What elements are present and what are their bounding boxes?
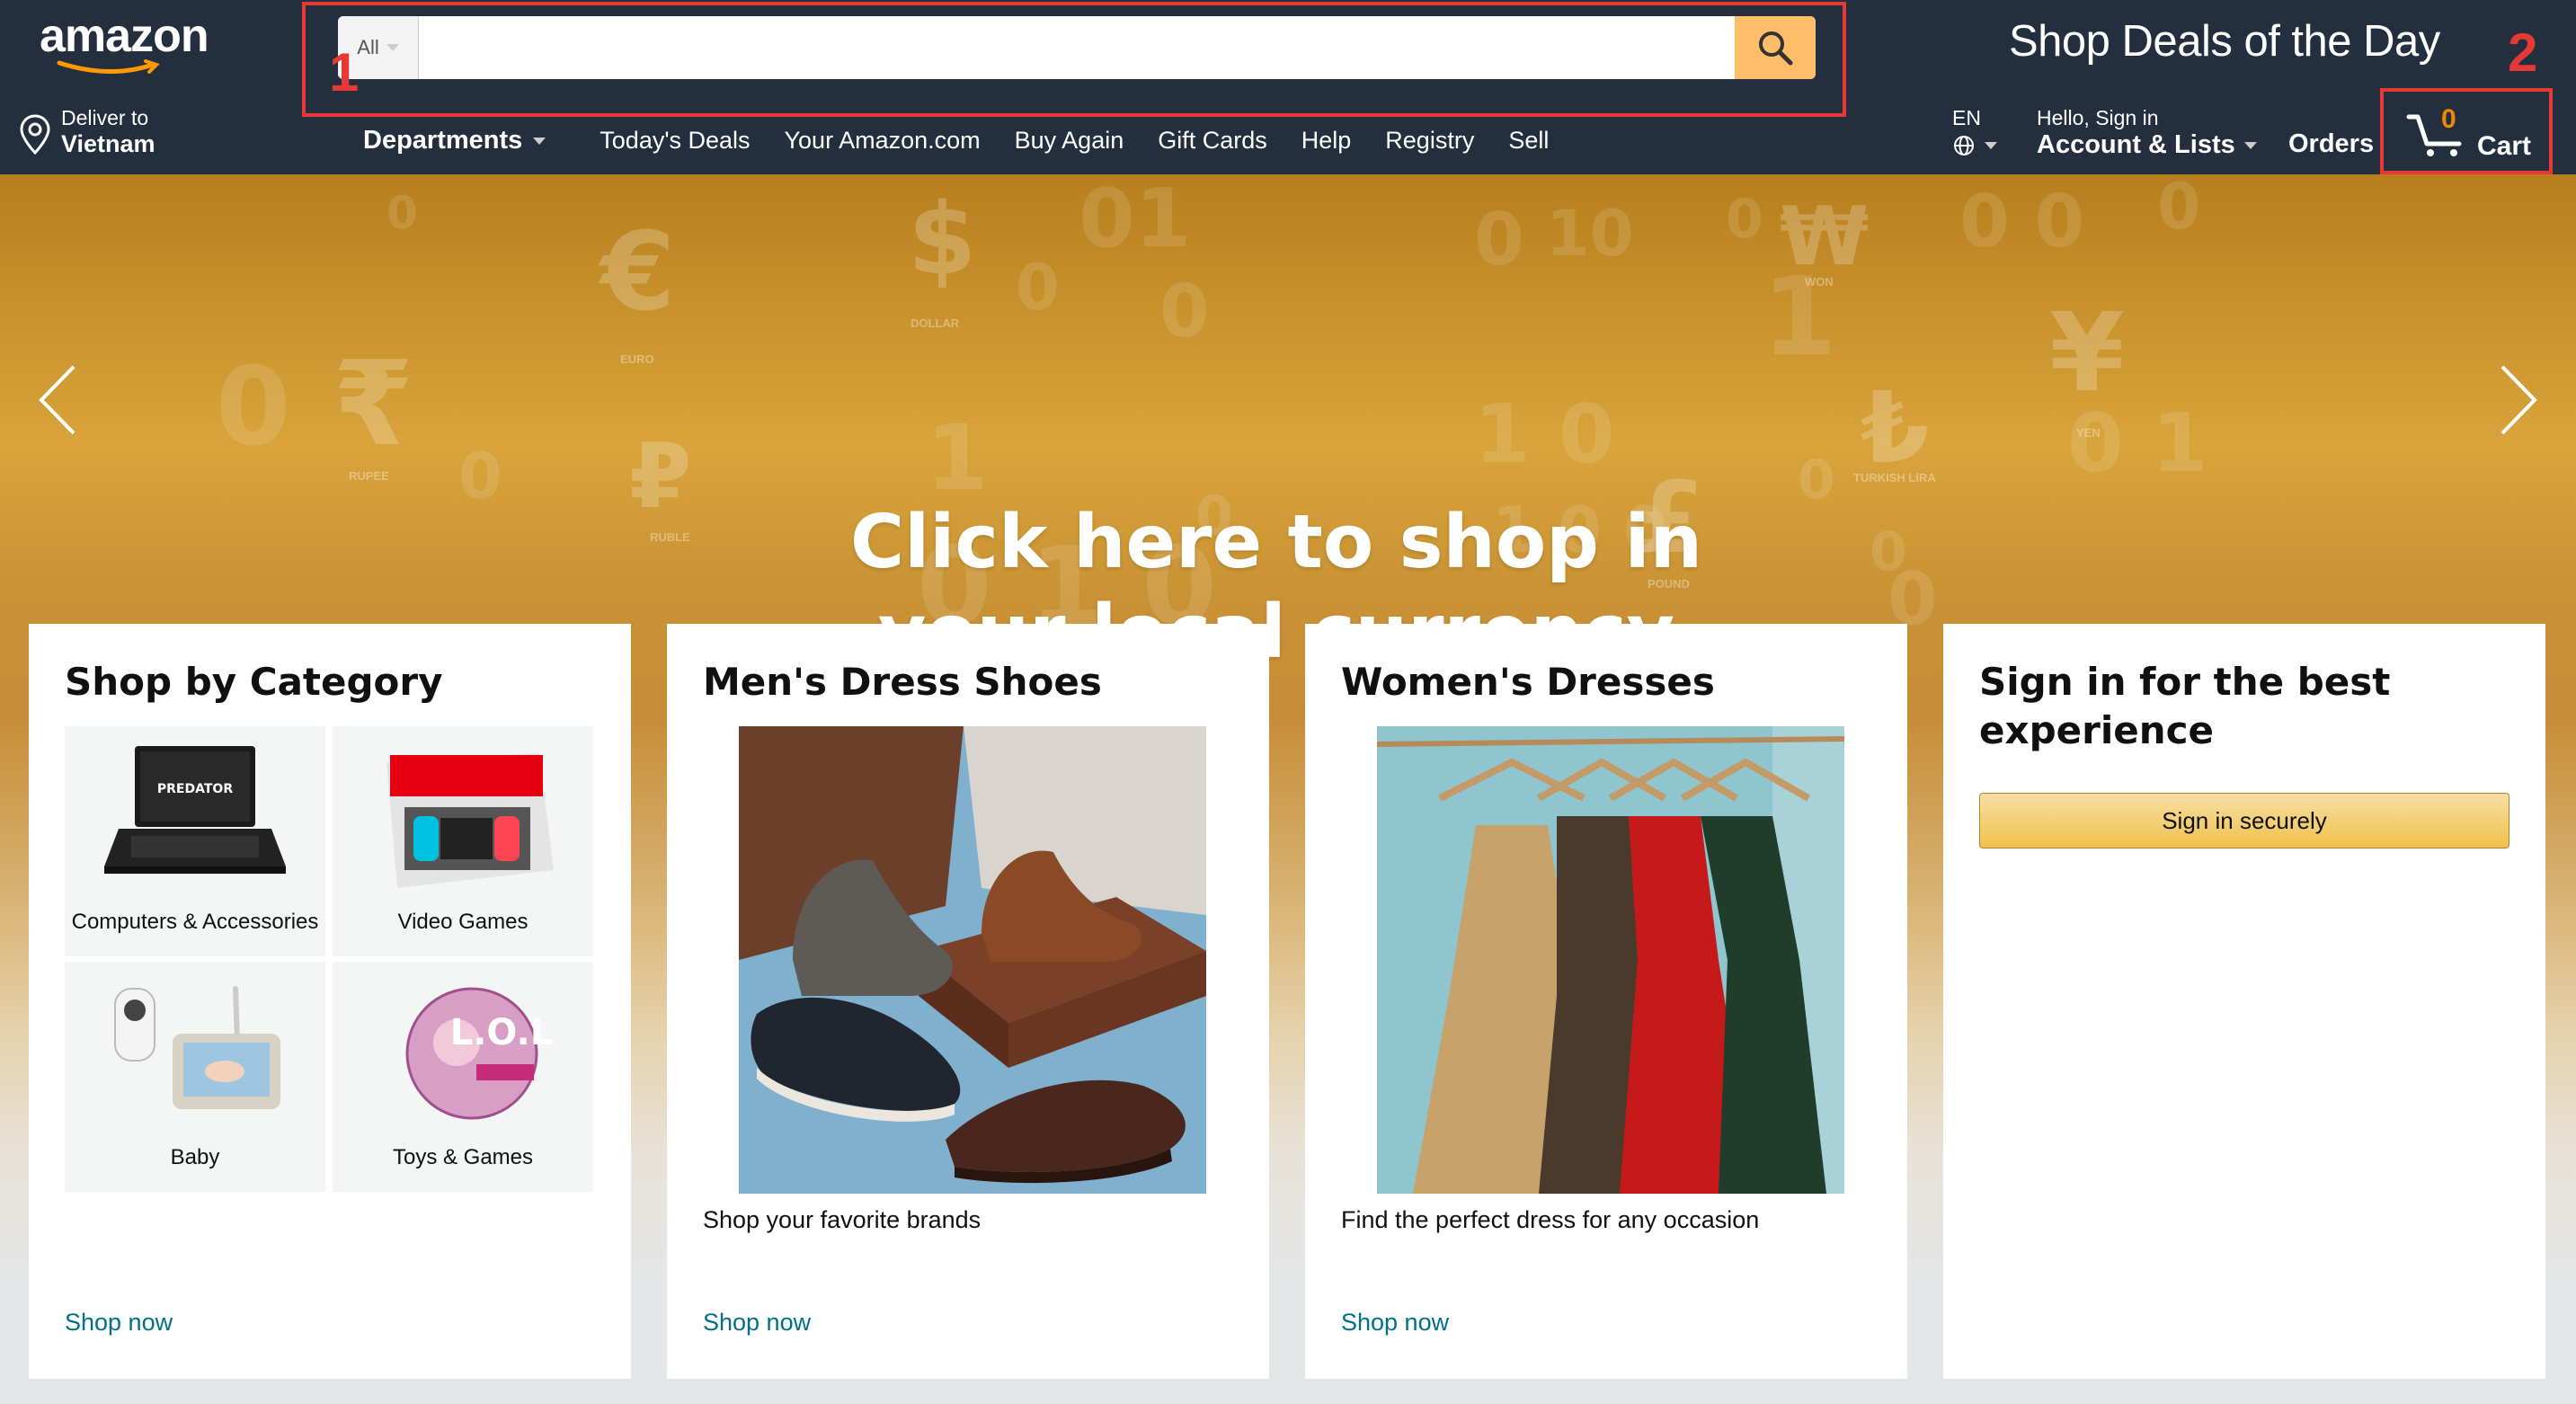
currency-label-rupee: RUPEE [349, 469, 389, 483]
currency-label-turkish-lira: TURKISH LIRA [1853, 471, 1936, 484]
svg-text:1: 1 [926, 405, 989, 511]
category-label: Baby [170, 1145, 220, 1169]
deliver-to-label: Deliver to [61, 106, 149, 129]
svg-text:₽: ₽ [629, 423, 692, 529]
card-title: Shop by Category [65, 660, 443, 704]
currency-label-ruble: RUBLE [650, 530, 690, 544]
category-label: Video Games [397, 910, 529, 934]
nav-link-sell[interactable]: Sell [1508, 127, 1549, 155]
nav-link-help[interactable]: Help [1301, 127, 1352, 155]
category-tile-toys[interactable]: L.O.L Toys & Games [333, 962, 593, 1192]
shop-now-link[interactable]: Shop now [703, 1309, 811, 1337]
svg-text:₺: ₺ [1861, 370, 1930, 485]
svg-text:0: 0 [1798, 449, 1835, 511]
dress-shoes-image[interactable] [739, 726, 1206, 1194]
nav-link-your-amazon[interactable]: Your Amazon.com [785, 127, 981, 155]
departments-label: Departments [363, 126, 523, 155]
baby-monitor-thumbnail [114, 986, 280, 1109]
carousel-next-arrow[interactable] [2490, 360, 2544, 440]
language-code: EN [1952, 106, 1981, 129]
location-pin-icon [20, 114, 50, 156]
nav-link-todays-deals[interactable]: Today's Deals [600, 127, 750, 155]
category-label: Toys & Games [392, 1145, 534, 1169]
card-mens-dress-shoes: Men's Dress Shoes Shop your favorite bra… [667, 624, 1269, 1379]
category-tile-baby[interactable]: Baby [65, 962, 325, 1192]
card-shop-by-category: Shop by Category PREDATOR Computers & Ac… [29, 624, 631, 1379]
currency-label-dollar: DOLLAR [910, 316, 960, 330]
svg-text:10: 10 [1546, 197, 1633, 271]
card-description: Shop your favorite brands [703, 1206, 982, 1233]
lol-surprise-thumbnail: L.O.L [405, 987, 554, 1120]
svg-text:0: 0 [2157, 174, 2201, 244]
nav-link-registry[interactable]: Registry [1385, 127, 1474, 155]
annotation-marker-1: 1 [329, 42, 360, 102]
departments-menu[interactable]: Departments [363, 126, 546, 156]
svg-text:₩: ₩ [1780, 190, 1869, 284]
amazon-logo[interactable]: amazon [40, 9, 209, 63]
chevron-down-icon [533, 137, 546, 145]
card-description: Find the perfect dress for any occasion [1341, 1206, 1760, 1233]
laptop-thumbnail: PREDATOR [104, 746, 286, 874]
chevron-down-icon [2243, 141, 2257, 149]
globe-icon [1954, 136, 1974, 156]
svg-text:0: 0 [458, 440, 502, 513]
currency-label-yen: YEN [2076, 426, 2101, 440]
annotation-box-cart [2380, 88, 2553, 174]
card-title: Sign in for the best experience [1979, 660, 2391, 752]
account-and-lists-menu[interactable]: Hello, Sign in Account & Lists [2037, 106, 2257, 160]
card-womens-dresses: Women's Dresses Find the perfect dress f… [1305, 624, 1907, 1379]
sign-in-securely-button[interactable]: Sign in securely [1979, 793, 2509, 849]
hero-headline-line1: Click here to shop in [849, 500, 1702, 585]
svg-text:0: 0 [1016, 251, 1060, 324]
svg-text:0: 0 [216, 345, 291, 470]
svg-text:$: $ [908, 182, 977, 297]
svg-text:0: 0 [1159, 270, 1210, 353]
deliver-to-location[interactable]: Deliver to Vietnam [18, 106, 155, 158]
account-lists-label: Account & Lists [2037, 130, 2235, 159]
currency-label-won: WON [1805, 275, 1834, 289]
svg-text:0: 0 [386, 187, 418, 239]
deals-of-the-day-banner[interactable]: Shop Deals of the Day [2009, 16, 2440, 67]
chevron-down-icon [1985, 142, 1997, 149]
svg-text:01: 01 [1079, 174, 1191, 266]
lol-logo-text: L.O.L [450, 1012, 554, 1053]
annotation-marker-2: 2 [2508, 22, 2538, 83]
carousel-prev-arrow[interactable] [32, 360, 86, 440]
switch-box-thumbnail [386, 753, 554, 888]
nav-link-buy-again[interactable]: Buy Again [1015, 127, 1124, 155]
deliver-country: Vietnam [61, 130, 155, 157]
svg-text:1 0: 1 0 [1474, 387, 1615, 482]
svg-text:0: 0 [1726, 188, 1763, 251]
account-greeting: Hello, Sign in [2037, 106, 2159, 129]
shop-now-link[interactable]: Shop now [1341, 1309, 1449, 1337]
svg-text:€: € [598, 210, 676, 335]
card-title: Women's Dresses [1341, 660, 1715, 704]
nav-link-gift-cards[interactable]: Gift Cards [1158, 127, 1267, 155]
main-nav: Departments Today's Deals Your Amazon.co… [363, 126, 1549, 156]
category-tile-video-games[interactable]: Video Games [333, 726, 593, 956]
category-grid: PREDATOR Computers & Accessories Video G… [65, 726, 595, 1192]
predator-logo-text: PREDATOR [157, 782, 233, 796]
amazon-smile-icon [57, 59, 160, 75]
language-selector[interactable]: EN [1952, 106, 1997, 157]
card-title: Men's Dress Shoes [703, 660, 1102, 704]
womens-dresses-image[interactable] [1377, 726, 1844, 1194]
card-sign-in: Sign in for the best experience Sign in … [1943, 624, 2545, 1379]
shop-now-link[interactable]: Shop now [65, 1309, 173, 1337]
currency-label-euro: EURO [620, 352, 654, 366]
category-label: Computers & Accessories [71, 910, 319, 934]
category-tile-computers[interactable]: PREDATOR Computers & Accessories [65, 726, 325, 956]
annotation-box-search [302, 2, 1846, 117]
svg-text:0 0: 0 0 [1959, 180, 2084, 263]
orders-link[interactable]: Orders [2288, 129, 2374, 159]
svg-text:¥: ¥ [2049, 291, 2125, 416]
svg-text:0: 0 [1474, 198, 1524, 281]
svg-text:₹: ₹ [333, 335, 413, 472]
